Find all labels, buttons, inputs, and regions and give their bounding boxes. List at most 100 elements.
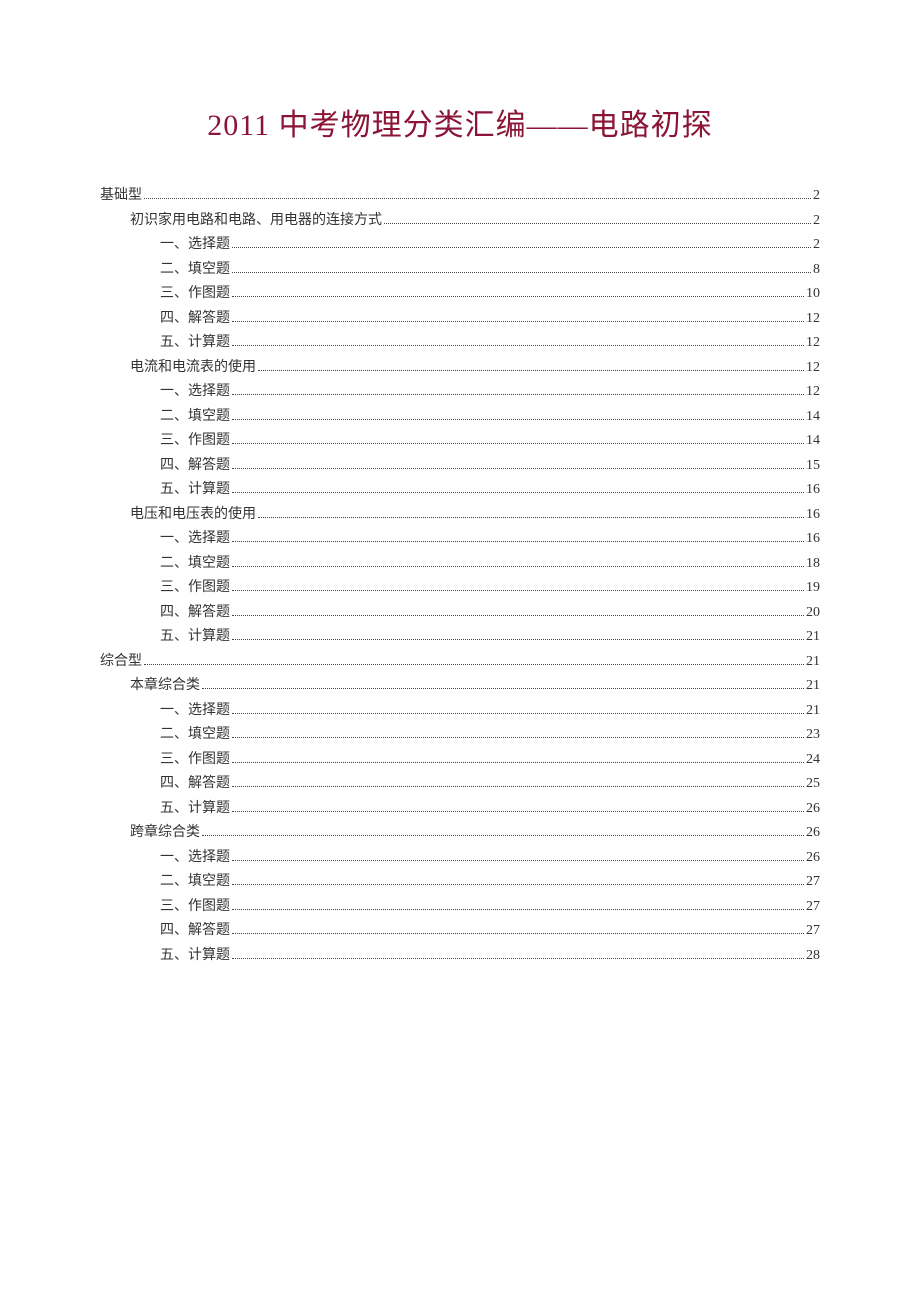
toc-entry-label: 二、填空题 — [160, 728, 230, 742]
toc-leader-dots — [258, 517, 804, 518]
toc-entry-label: 五、计算题 — [160, 630, 230, 644]
toc-entry-page: 16 — [806, 483, 820, 497]
toc-entry-page: 18 — [806, 557, 820, 571]
toc-entry-page: 19 — [806, 581, 820, 595]
toc-entry-label: 二、填空题 — [160, 557, 230, 571]
toc-leader-dots — [258, 370, 804, 371]
toc-leader-dots — [144, 198, 811, 199]
toc-entry[interactable]: 二、填空题 14 — [100, 410, 820, 424]
toc-leader-dots — [232, 345, 804, 346]
toc-entry[interactable]: 基础型2 — [100, 189, 820, 203]
toc-leader-dots — [232, 958, 804, 959]
toc-entry-page: 14 — [806, 434, 820, 448]
toc-leader-dots — [232, 296, 804, 297]
toc-leader-dots — [232, 590, 804, 591]
toc-entry-label: 四、解答题 — [160, 777, 230, 791]
toc-entry[interactable]: 一、选择题 2 — [100, 238, 820, 252]
toc-entry-label: 基础型 — [100, 189, 142, 203]
toc-leader-dots — [144, 664, 804, 665]
toc-leader-dots — [232, 468, 804, 469]
toc-entry[interactable]: 四、解答题 12 — [100, 312, 820, 326]
toc-entry-page: 12 — [806, 385, 820, 399]
toc-entry[interactable]: 电流和电流表的使用 12 — [100, 361, 820, 375]
toc-entry-page: 16 — [806, 508, 820, 522]
toc-entry[interactable]: 电压和电压表的使用 16 — [100, 508, 820, 522]
toc-entry[interactable]: 一、选择题 12 — [100, 385, 820, 399]
toc-entry[interactable]: 二、填空题27 — [100, 875, 820, 889]
toc-entry[interactable]: 本章综合类21 — [100, 679, 820, 693]
toc-entry-label: 五、计算题 — [160, 336, 230, 350]
toc-entry-page: 14 — [806, 410, 820, 424]
toc-entry-page: 12 — [806, 312, 820, 326]
toc-entry[interactable]: 五、计算题16 — [100, 483, 820, 497]
toc-entry-page: 8 — [813, 263, 820, 277]
toc-entry[interactable]: 四、解答题15 — [100, 459, 820, 473]
toc-entry-page: 21 — [806, 655, 820, 669]
toc-entry-label: 二、填空题 — [160, 263, 230, 277]
toc-entry[interactable]: 二、填空题23 — [100, 728, 820, 742]
toc-leader-dots — [232, 884, 804, 885]
toc-entry-page: 21 — [806, 704, 820, 718]
toc-entry-label: 电压和电压表的使用 — [130, 508, 256, 522]
toc-entry[interactable]: 四、解答题 27 — [100, 924, 820, 938]
toc-entry-page: 20 — [806, 606, 820, 620]
toc-entry-label: 电流和电流表的使用 — [130, 361, 256, 375]
toc-leader-dots — [232, 247, 811, 248]
toc-entry-label: 三、作图题 — [160, 434, 230, 448]
toc-entry[interactable]: 五、计算题12 — [100, 336, 820, 350]
toc-entry[interactable]: 三、作图题 14 — [100, 434, 820, 448]
toc-leader-dots — [232, 492, 804, 493]
toc-entry[interactable]: 四、解答题 20 — [100, 606, 820, 620]
toc-leader-dots — [232, 860, 804, 861]
toc-leader-dots — [202, 688, 804, 689]
document-title: 2011 中考物理分类汇编——电路初探 — [100, 100, 820, 144]
toc-entry[interactable]: 跨章综合类26 — [100, 826, 820, 840]
toc-entry[interactable]: 五、计算题 26 — [100, 802, 820, 816]
toc-leader-dots — [232, 713, 804, 714]
toc-leader-dots — [232, 321, 804, 322]
toc-entry-page: 12 — [806, 361, 820, 375]
toc-entry-label: 一、选择题 — [160, 532, 230, 546]
toc-entry-page: 26 — [806, 802, 820, 816]
toc-entry[interactable]: 初识家用电路和电路、用电器的连接方式2 — [100, 214, 820, 228]
toc-entry[interactable]: 三、作图题19 — [100, 581, 820, 595]
toc-entry-label: 本章综合类 — [130, 679, 200, 693]
toc-entry[interactable]: 一、选择题 21 — [100, 704, 820, 718]
toc-entry[interactable]: 二、填空题 8 — [100, 263, 820, 277]
toc-entry-page: 21 — [806, 630, 820, 644]
toc-entry-label: 一、选择题 — [160, 385, 230, 399]
toc-leader-dots — [232, 762, 804, 763]
toc-entry-label: 二、填空题 — [160, 410, 230, 424]
toc-entry-label: 四、解答题 — [160, 606, 230, 620]
toc-leader-dots — [232, 909, 804, 910]
toc-leader-dots — [232, 566, 804, 567]
toc-entry-page: 15 — [806, 459, 820, 473]
toc-entry-page: 24 — [806, 753, 820, 767]
toc-entry-label: 四、解答题 — [160, 924, 230, 938]
toc-leader-dots — [232, 419, 804, 420]
toc-entry[interactable]: 五、计算题 21 — [100, 630, 820, 644]
toc-entry-page: 26 — [806, 851, 820, 865]
toc-entry-page: 27 — [806, 924, 820, 938]
toc-entry-label: 五、计算题 — [160, 802, 230, 816]
toc-entry[interactable]: 综合型21 — [100, 655, 820, 669]
toc-leader-dots — [232, 272, 811, 273]
toc-entry[interactable]: 三、作图题27 — [100, 900, 820, 914]
toc-entry-label: 四、解答题 — [160, 312, 230, 326]
toc-entry[interactable]: 三、作图题 10 — [100, 287, 820, 301]
table-of-contents: 基础型2 初识家用电路和电路、用电器的连接方式2 一、选择题 2 二、填空题 8 三、作图题… — [100, 189, 820, 963]
toc-entry-page: 2 — [813, 238, 820, 252]
toc-entry-page: 25 — [806, 777, 820, 791]
toc-entry[interactable]: 四、解答题 25 — [100, 777, 820, 791]
toc-leader-dots — [232, 541, 804, 542]
toc-entry-label: 三、作图题 — [160, 287, 230, 301]
toc-entry-label: 一、选择题 — [160, 238, 230, 252]
toc-entry-label: 一、选择题 — [160, 851, 230, 865]
toc-entry-label: 一、选择题 — [160, 704, 230, 718]
toc-entry[interactable]: 五、计算题28 — [100, 949, 820, 963]
toc-entry-page: 10 — [806, 287, 820, 301]
toc-entry[interactable]: 三、作图题24 — [100, 753, 820, 767]
toc-entry[interactable]: 一、选择题 26 — [100, 851, 820, 865]
toc-entry[interactable]: 一、选择题16 — [100, 532, 820, 546]
toc-entry[interactable]: 二、填空题 18 — [100, 557, 820, 571]
